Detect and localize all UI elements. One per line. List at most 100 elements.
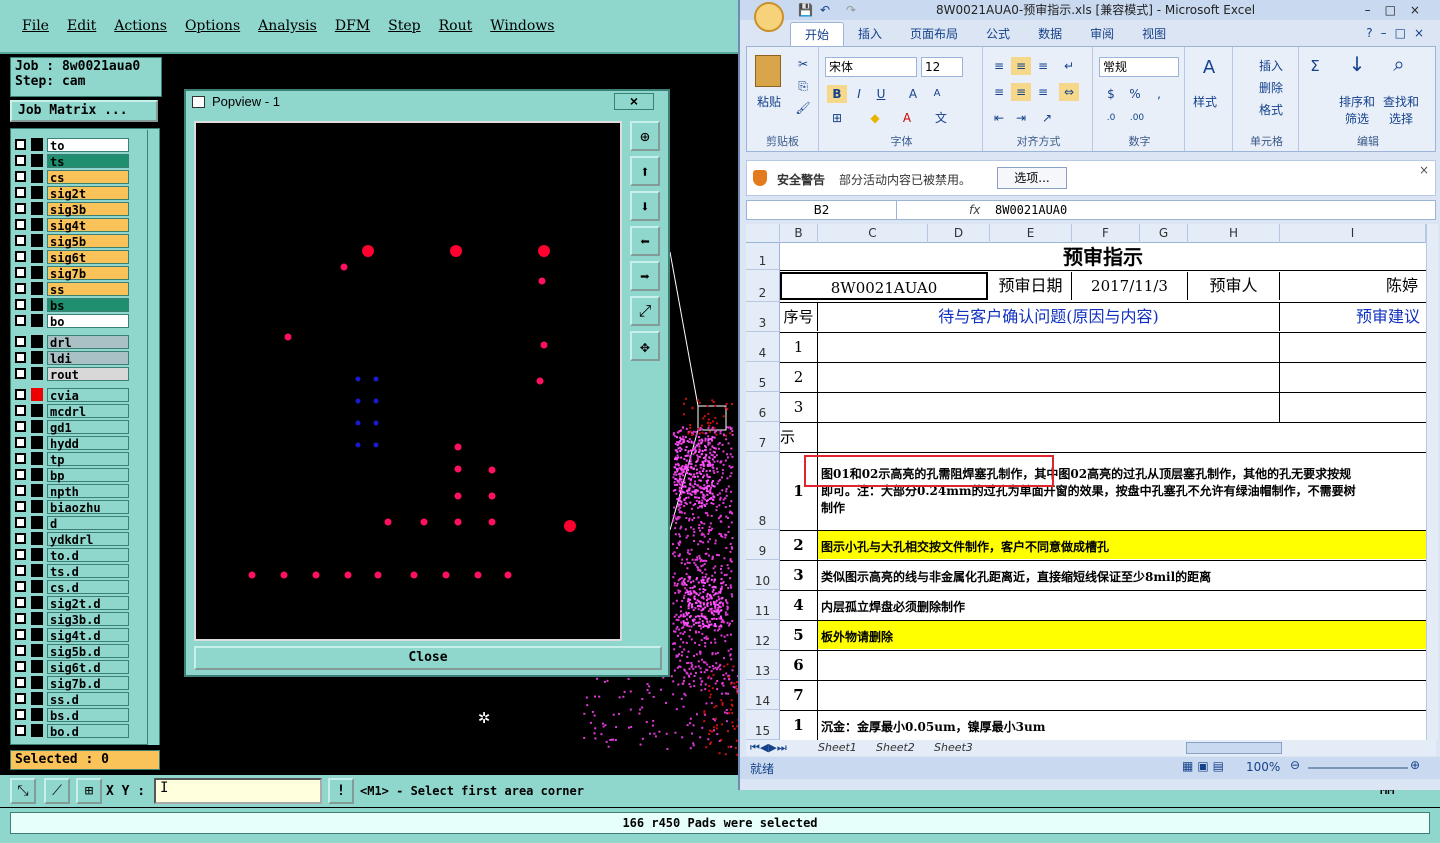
layer-color-swatch[interactable] — [31, 452, 43, 465]
layer-checkbox[interactable] — [15, 613, 26, 624]
layer-color-swatch[interactable] — [31, 282, 43, 295]
sheet-tab-3[interactable]: Sheet3 — [934, 741, 973, 754]
layer-row[interactable]: ts.d — [15, 563, 129, 579]
layer-color-swatch[interactable] — [31, 484, 43, 497]
layer-row[interactable]: sig2t.d — [15, 595, 129, 611]
layer-name[interactable]: sig4t.d — [47, 627, 129, 643]
layer-color-swatch[interactable] — [31, 351, 43, 364]
sheet-tab-2[interactable]: Sheet2 — [876, 741, 915, 754]
layer-row[interactable]: to.d — [15, 547, 129, 563]
office-button-icon[interactable] — [754, 2, 784, 32]
pan-down-icon[interactable]: ⬇ — [630, 191, 660, 221]
autosum-icon[interactable]: Σ — [1305, 57, 1325, 75]
layer-name[interactable]: bp — [47, 467, 129, 483]
comma-icon[interactable]: , — [1149, 85, 1169, 103]
via-pad[interactable] — [373, 420, 379, 426]
layer-checkbox[interactable] — [15, 517, 26, 528]
pad-large[interactable] — [564, 520, 576, 532]
zoom-home-icon[interactable]: ✥ — [630, 331, 660, 361]
layer-row[interactable]: mcdrl — [15, 403, 129, 419]
paste-icon[interactable] — [755, 55, 781, 87]
layer-checkbox[interactable] — [15, 645, 26, 656]
align-top-icon[interactable]: ≡ — [989, 57, 1009, 75]
cut-icon[interactable]: ✂ — [793, 55, 813, 73]
layer-color-swatch[interactable] — [31, 266, 43, 279]
pad-small[interactable] — [540, 341, 548, 349]
layer-color-swatch[interactable] — [31, 314, 43, 327]
font-size-select[interactable]: 12 — [921, 57, 963, 77]
row-header[interactable]: 12 — [746, 620, 780, 650]
layer-checkbox[interactable] — [15, 629, 26, 640]
layer-name[interactable]: bs.d — [47, 707, 129, 723]
pad-small[interactable] — [536, 377, 544, 385]
layer-color-swatch[interactable] — [31, 628, 43, 641]
row-header[interactable]: 6 — [746, 392, 780, 422]
layer-list-scrollbar[interactable] — [147, 130, 159, 745]
layer-color-swatch[interactable] — [31, 186, 43, 199]
row-header[interactable]: 9 — [746, 530, 780, 560]
layer-name[interactable]: to.d — [47, 547, 129, 563]
shrink-font-icon[interactable]: A — [927, 85, 947, 103]
layer-name[interactable]: rout — [47, 366, 129, 382]
layer-name[interactable]: sig3b — [47, 201, 129, 217]
layer-checkbox[interactable] — [15, 389, 26, 400]
pad-small[interactable] — [410, 571, 418, 579]
layer-checkbox[interactable] — [15, 267, 26, 278]
pad-small[interactable] — [488, 492, 496, 500]
menu-rout[interactable]: Rout — [439, 18, 473, 34]
layer-row[interactable]: bs — [15, 297, 129, 313]
pad-small[interactable] — [504, 571, 512, 579]
layer-row[interactable]: npth — [15, 483, 129, 499]
col-header-c[interactable]: C — [818, 224, 928, 243]
zoom-in-icon[interactable]: ⊕ — [1410, 758, 1420, 772]
insert-cells-button[interactable]: 插入 — [1259, 57, 1283, 74]
pad-small[interactable] — [420, 518, 428, 526]
layer-color-swatch[interactable] — [31, 580, 43, 593]
pad-small[interactable] — [344, 571, 352, 579]
layer-checkbox[interactable] — [15, 565, 26, 576]
zoom-area-icon[interactable]: ⤡ — [10, 778, 36, 804]
layer-row[interactable]: sig4t.d — [15, 627, 129, 643]
pad-large[interactable] — [538, 245, 550, 257]
pad-small[interactable] — [284, 333, 292, 341]
layer-checkbox[interactable] — [15, 368, 26, 379]
find-select-button[interactable]: 查找和 选择 — [1381, 93, 1421, 127]
layer-name[interactable]: hydd — [47, 435, 129, 451]
increase-decimal-icon[interactable]: .0 — [1101, 109, 1121, 127]
layer-color-swatch[interactable] — [31, 516, 43, 529]
find-icon[interactable]: ⌕ — [1389, 54, 1409, 74]
layer-name[interactable]: bo.d — [47, 723, 129, 739]
layer-row[interactable]: cvia — [15, 387, 129, 403]
instruction-text[interactable] — [818, 681, 1426, 709]
layer-color-swatch[interactable] — [31, 388, 43, 401]
layer-row[interactable]: sig7b — [15, 265, 129, 281]
layer-row[interactable]: cs — [15, 169, 129, 185]
layer-name[interactable]: drl — [47, 334, 129, 350]
menu-edit[interactable]: Edit — [67, 18, 96, 34]
via-pad[interactable] — [373, 376, 379, 382]
horizontal-scrollbar[interactable] — [1186, 742, 1282, 754]
via-pad[interactable] — [373, 398, 379, 404]
layer-name[interactable]: sig5b — [47, 233, 129, 249]
pad-small[interactable] — [248, 571, 256, 579]
layer-name[interactable]: bs — [47, 297, 129, 313]
zoom-fit-icon[interactable]: ⤢ — [630, 296, 660, 326]
security-options-button[interactable]: 选项... — [997, 167, 1067, 189]
layer-color-swatch[interactable] — [31, 692, 43, 705]
popview-canvas[interactable] — [194, 121, 622, 641]
layer-checkbox[interactable] — [15, 405, 26, 416]
layer-color-swatch[interactable] — [31, 250, 43, 263]
format-cells-button[interactable]: 格式 — [1259, 101, 1283, 118]
layer-checkbox[interactable] — [15, 725, 26, 736]
layer-checkbox[interactable] — [15, 155, 26, 166]
layer-row[interactable]: drl — [15, 334, 129, 350]
pad-small[interactable] — [312, 571, 320, 579]
help-icon[interactable]: ?–□× — [1366, 26, 1432, 40]
layer-checkbox[interactable] — [15, 581, 26, 592]
layer-color-swatch[interactable] — [31, 335, 43, 348]
menu-windows[interactable]: Windows — [490, 18, 554, 34]
layer-name[interactable]: to — [47, 137, 129, 153]
row-header[interactable]: 3 — [746, 302, 780, 332]
layer-color-swatch[interactable] — [31, 202, 43, 215]
currency-icon[interactable]: $ — [1101, 85, 1121, 103]
